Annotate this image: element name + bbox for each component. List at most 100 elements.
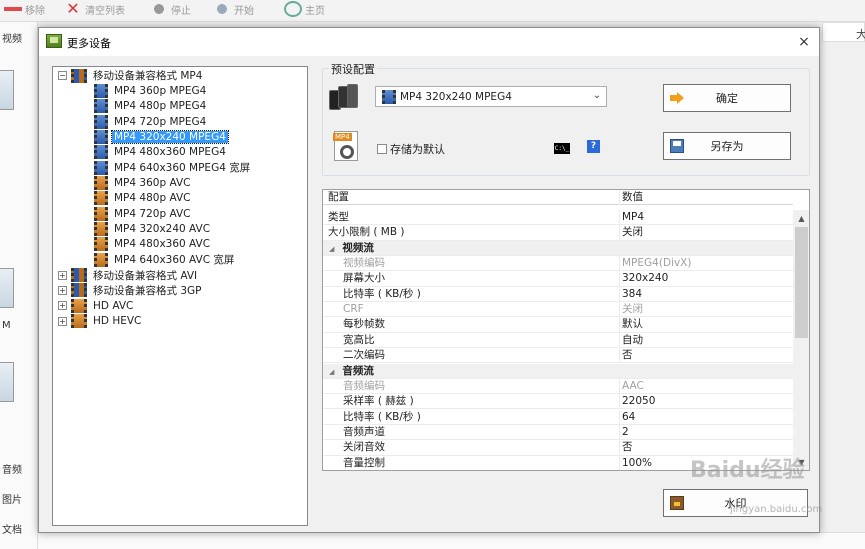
- sidebar-m-label: M: [2, 320, 11, 331]
- property-name: 比特率 ( KB/秒 ): [343, 287, 421, 300]
- preset-group-legend: 预设配置: [329, 61, 377, 77]
- property-value[interactable]: 22050: [619, 394, 793, 410]
- collapse-icon[interactable]: −: [58, 71, 67, 80]
- command-line-icon[interactable]: C:\_: [554, 143, 570, 154]
- collapse-triangle-icon[interactable]: ◢: [329, 242, 334, 257]
- remove-tool-button[interactable]: 移除: [4, 0, 45, 18]
- property-name: 二次编码: [343, 349, 385, 362]
- floppy-disk-icon: [670, 139, 684, 153]
- property-value[interactable]: 关闭: [619, 302, 793, 318]
- tree-item-label: MP4 640x360 MPEG4 宽屏: [114, 162, 251, 175]
- property-row[interactable]: 类型 MP4: [323, 210, 793, 226]
- property-row[interactable]: 音频声道 2: [323, 424, 793, 441]
- property-grid-scrollbar[interactable]: ▲ ▼: [793, 210, 809, 470]
- sidebar-document-label[interactable]: 文档: [2, 521, 22, 536]
- property-row[interactable]: 大小限制 ( MB ) 关闭: [323, 225, 793, 241]
- scroll-up-arrow-icon[interactable]: ▲: [793, 210, 809, 227]
- ok-button[interactable]: 确定: [663, 84, 791, 112]
- scrollbar-thumb[interactable]: [795, 227, 808, 338]
- home-tool-button[interactable]: 主页: [284, 0, 325, 18]
- property-row[interactable]: 每秒帧数 默认: [323, 317, 793, 333]
- expand-icon[interactable]: +: [58, 301, 67, 311]
- property-row[interactable]: 宽高比 自动: [323, 332, 793, 349]
- background-toolbar: 移除 ✕ 清空列表 停止 开始 主页: [0, 0, 865, 22]
- property-name: 音频声道: [343, 425, 385, 438]
- property-grid[interactable]: 配置 数值 类型 MP4 大小限制 ( MB ) 关闭 ◢ 视频流 视频编码 MPEG4(Di…: [322, 189, 810, 471]
- close-button[interactable]: ×: [793, 32, 815, 52]
- tree-item[interactable]: MP4 320x240 AVC: [94, 222, 212, 237]
- background-file-icon: [0, 70, 14, 110]
- tree-item[interactable]: MP4 480p AVC: [94, 191, 192, 206]
- collapse-triangle-icon[interactable]: ◢: [329, 365, 334, 380]
- tree-item[interactable]: MP4 720p AVC: [94, 206, 192, 221]
- expand-icon[interactable]: +: [58, 316, 67, 326]
- column-header-config[interactable]: 配置: [328, 190, 615, 205]
- device-tree[interactable]: − 移动设备兼容格式 MP4 MP4 360p MPEG4 MP4 480p MPEG…: [52, 66, 308, 526]
- property-row[interactable]: 屏幕大小 320x240: [323, 271, 793, 287]
- film-orange-icon: [94, 175, 108, 190]
- property-value[interactable]: MPEG4(DivX): [619, 256, 793, 272]
- film-multi-icon: [71, 68, 87, 83]
- property-name: 关闭音效: [343, 441, 385, 454]
- property-value[interactable]: 384: [619, 286, 793, 302]
- save-default-checkbox[interactable]: [377, 144, 387, 154]
- property-value[interactable]: 关闭: [619, 225, 793, 241]
- chevron-down-icon[interactable]: ⌄: [591, 90, 603, 102]
- tree-item[interactable]: MP4 640x360 MPEG4 宽屏: [94, 160, 252, 175]
- tree-item[interactable]: MP4 480x360 MPEG4: [94, 145, 228, 160]
- property-value[interactable]: 2: [619, 424, 793, 440]
- dialog-titlebar[interactable]: 更多设备 ×: [39, 28, 819, 56]
- property-name: ◢ 音频流: [329, 364, 616, 380]
- property-row[interactable]: CRF 关闭: [323, 302, 793, 318]
- property-row[interactable]: 音频编码 AAC: [323, 378, 793, 395]
- sidebar-video-label[interactable]: 视频: [2, 30, 22, 45]
- stop-tool-button[interactable]: 停止: [150, 0, 191, 18]
- property-name: 视频编码: [343, 257, 385, 270]
- tree-item[interactable]: MP4 360p AVC: [94, 175, 192, 190]
- start-icon: [213, 1, 231, 17]
- tree-item[interactable]: MP4 480p MPEG4: [94, 99, 208, 114]
- property-row[interactable]: 比特率 ( KB/秒 ) 384: [323, 286, 793, 303]
- expand-icon[interactable]: +: [58, 270, 67, 280]
- tree-item[interactable]: MP4 640x360 AVC 宽屏: [94, 252, 236, 267]
- tree-item[interactable]: + HD AVC: [58, 298, 135, 313]
- save-default-label[interactable]: 存储为默认: [390, 141, 445, 157]
- property-value[interactable]: 自动: [619, 332, 793, 348]
- tree-item[interactable]: MP4 360p MPEG4: [94, 83, 208, 98]
- property-row[interactable]: 二次编码 否: [323, 348, 793, 364]
- tree-item[interactable]: + HD HEVC: [58, 314, 143, 329]
- preset-dropdown[interactable]: MP4 320x240 MPEG4 ⌄: [375, 86, 607, 107]
- property-value[interactable]: 默认: [619, 317, 793, 333]
- property-row[interactable]: 比特率 ( KB/秒 ) 64: [323, 409, 793, 425]
- property-value[interactable]: AAC: [619, 378, 793, 394]
- save-as-button[interactable]: 另存为: [663, 132, 791, 160]
- property-row[interactable]: 视频编码 MPEG4(DivX): [323, 256, 793, 272]
- property-name: 比特率 ( KB/秒 ): [343, 410, 421, 423]
- tree-item[interactable]: MP4 720p MPEG4: [94, 114, 208, 129]
- property-row[interactable]: 采样率 ( 赫兹 ) 22050: [323, 394, 793, 410]
- watermark-subtext: jingyan.baidu.com: [730, 504, 823, 515]
- property-value[interactable]: 320x240: [619, 271, 793, 287]
- help-icon[interactable]: ?: [587, 140, 600, 153]
- property-name: 宽高比: [343, 333, 375, 346]
- tree-item[interactable]: + 移动设备兼容格式 3GP: [58, 283, 204, 298]
- tree-item[interactable]: MP4 320x240 MPEG4: [94, 129, 229, 144]
- clear-list-tool-button[interactable]: ✕ 清空列表: [64, 0, 125, 18]
- property-name: ◢ 视频流: [329, 241, 616, 257]
- sidebar-image-label[interactable]: 图片: [2, 491, 22, 506]
- background-file-icon: [0, 362, 14, 402]
- tree-item-label: MP4 320x240 MPEG4: [111, 129, 229, 144]
- property-value[interactable]: 64: [619, 409, 793, 425]
- property-value[interactable]: 否: [619, 348, 793, 364]
- expand-icon[interactable]: +: [58, 285, 67, 295]
- property-category[interactable]: ◢ 音频流: [323, 363, 793, 380]
- property-value[interactable]: MP4: [619, 210, 793, 225]
- tree-item[interactable]: + 移动设备兼容格式 AVI: [58, 268, 199, 283]
- start-tool-button[interactable]: 开始: [213, 0, 254, 18]
- tree-item[interactable]: − 移动设备兼容格式 MP4: [58, 68, 204, 83]
- tree-item[interactable]: MP4 480x360 AVC: [94, 237, 212, 252]
- property-category[interactable]: ◢ 视频流: [323, 240, 793, 257]
- sidebar-audio-label[interactable]: 音频: [2, 461, 22, 476]
- film-orange-icon: [71, 314, 87, 329]
- column-header-value[interactable]: 数值: [619, 190, 793, 205]
